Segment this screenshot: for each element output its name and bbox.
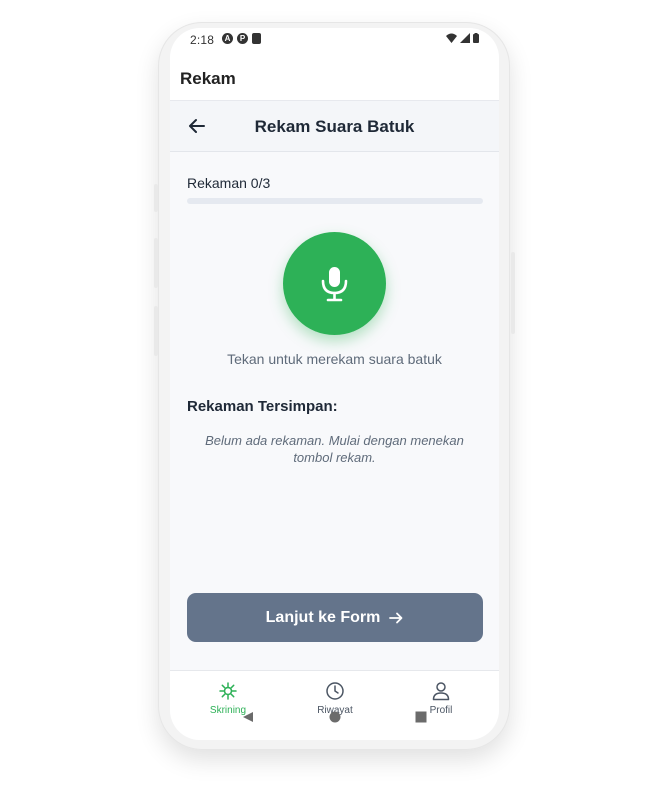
system-back-button[interactable] bbox=[242, 711, 254, 723]
wifi-icon bbox=[446, 33, 457, 43]
signal-icon bbox=[460, 33, 470, 43]
nav-item-skrining[interactable]: Skrining bbox=[188, 681, 268, 716]
status-bar: 2:18 A P bbox=[170, 28, 499, 52]
nav-item-profil[interactable]: Profil bbox=[401, 681, 481, 716]
system-status-icons bbox=[446, 33, 479, 43]
recording-progress-label: Rekaman 0/3 bbox=[187, 175, 271, 191]
app-notification-icon: P bbox=[237, 33, 248, 44]
page-header: Rekam Suara Batuk bbox=[170, 101, 499, 152]
arrow-right-icon bbox=[389, 612, 403, 623]
system-recents-button[interactable] bbox=[415, 711, 427, 723]
nav-label-skrining: Skrining bbox=[209, 705, 247, 716]
app-bar: Rekam bbox=[170, 52, 499, 101]
saved-recordings-heading: Rekaman Tersimpan: bbox=[187, 398, 338, 415]
phone-screen: 2:18 A P Rekam Rekam Suara Batuk Rekaman… bbox=[170, 28, 499, 740]
battery-icon bbox=[473, 33, 479, 43]
system-home-button[interactable] bbox=[329, 711, 341, 723]
app-bar-title: Rekam bbox=[180, 69, 236, 88]
page-title: Rekam Suara Batuk bbox=[254, 117, 415, 136]
phone-side-button bbox=[154, 238, 158, 288]
recording-progress-bar bbox=[187, 198, 483, 204]
sd-card-icon bbox=[252, 33, 261, 44]
phone-side-button bbox=[154, 184, 158, 212]
phone-side-button bbox=[154, 306, 158, 356]
virus-icon bbox=[219, 682, 237, 700]
continue-to-form-label: Lanjut ke Form bbox=[265, 608, 381, 626]
app-notification-icon: A bbox=[222, 33, 233, 44]
bottom-navigation: Skrining Riwayat Profil bbox=[170, 670, 499, 740]
empty-recordings-message: Belum ada rekaman. Mulai dengan menekan … bbox=[205, 433, 464, 465]
continue-to-form-button[interactable]: Lanjut ke Form bbox=[187, 593, 483, 642]
record-hint-text: Tekan untuk merekam suara batuk bbox=[227, 351, 442, 367]
phone-power-button bbox=[511, 252, 515, 334]
microphone-icon bbox=[321, 267, 348, 302]
clock-icon bbox=[326, 682, 344, 700]
status-time: 2:18 bbox=[190, 33, 215, 47]
record-button[interactable] bbox=[283, 232, 386, 335]
nav-label-profil: Profil bbox=[429, 705, 453, 716]
user-icon bbox=[432, 682, 450, 701]
notification-icons: A P bbox=[222, 33, 261, 44]
